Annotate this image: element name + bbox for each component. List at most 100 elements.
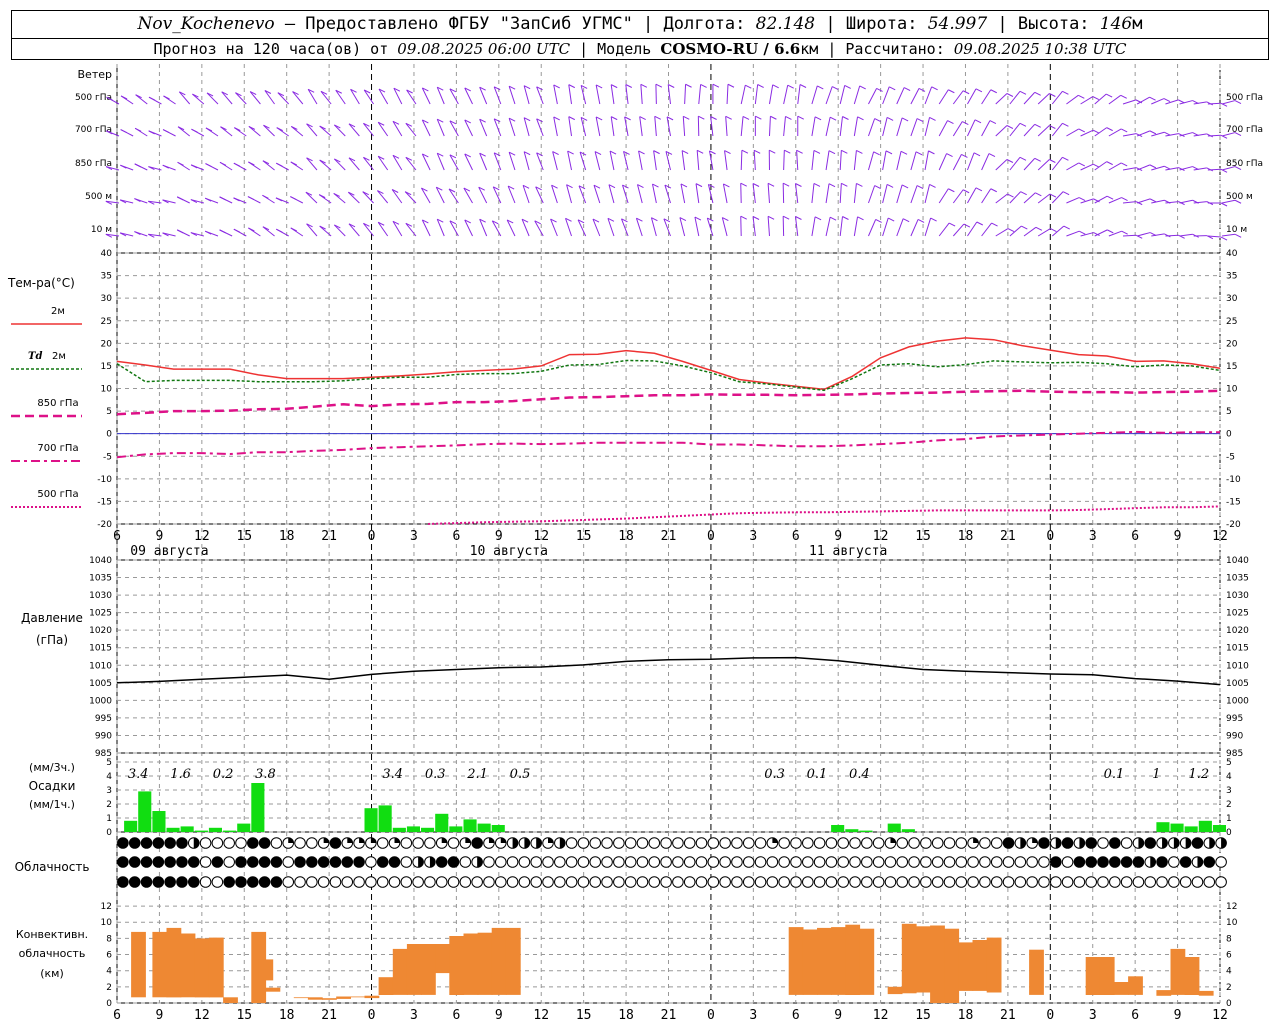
x-tick-label-bottom: 18 bbox=[618, 1008, 634, 1023]
wind-barb-shaft bbox=[1094, 195, 1108, 204]
cloud-circle bbox=[683, 876, 696, 888]
wind-barb-shaft bbox=[952, 121, 963, 137]
wind-barb bbox=[523, 85, 531, 105]
wind-barb-feather bbox=[842, 216, 849, 220]
y-tick-label: 1000 bbox=[89, 696, 112, 706]
cloud-cover-symbol bbox=[624, 856, 637, 868]
wind-barb-shaft bbox=[867, 151, 875, 171]
cloud-circle bbox=[376, 876, 389, 888]
wind-barb-feather bbox=[1149, 198, 1157, 203]
wind-barb-shaft bbox=[249, 91, 261, 105]
cloud-cover-symbol bbox=[306, 856, 318, 868]
wind-barb-feather bbox=[769, 149, 776, 154]
x-tick-label: 18 bbox=[958, 529, 974, 544]
cloud-cover-symbol bbox=[908, 856, 920, 868]
wind-barb-shaft bbox=[811, 116, 816, 137]
cloud-cover-symbol bbox=[1002, 856, 1015, 868]
wind-barb bbox=[652, 183, 659, 204]
wind-barb bbox=[608, 184, 616, 204]
cloud-cover-symbol bbox=[542, 876, 554, 888]
wind-barb-shaft bbox=[995, 159, 1008, 171]
cloud-cover-symbol bbox=[565, 837, 578, 849]
cloud-cover-symbol bbox=[648, 856, 661, 868]
wind-barb-shaft bbox=[568, 116, 573, 137]
cloud-cover-symbol bbox=[931, 876, 944, 888]
wind-barb bbox=[910, 118, 924, 137]
cloud-quarter bbox=[394, 837, 400, 843]
wind-barb-shaft bbox=[1066, 197, 1080, 204]
cloud-circle bbox=[624, 856, 637, 868]
cloud-circle bbox=[943, 856, 956, 868]
convective-bar bbox=[406, 944, 422, 995]
cloud-cover-symbol bbox=[117, 856, 129, 868]
cloud-cover-symbol bbox=[187, 876, 200, 888]
wind-barb-feather bbox=[233, 162, 241, 167]
cloud-cover-symbol bbox=[1215, 876, 1227, 888]
wind-barb-shaft bbox=[768, 116, 771, 137]
cloud-circle bbox=[908, 876, 920, 888]
wind-barb-shaft bbox=[896, 151, 902, 171]
cloud-cover-symbol bbox=[1191, 876, 1204, 888]
wind-barb-feather bbox=[915, 151, 923, 156]
cloud-half bbox=[512, 837, 518, 849]
cloud-cover-symbol bbox=[235, 856, 247, 868]
cloud-circle bbox=[719, 837, 731, 849]
cloud-cover-symbol bbox=[1120, 856, 1133, 868]
cloud-cover-symbol bbox=[931, 837, 944, 849]
wind-barb-feather bbox=[1092, 163, 1100, 168]
precip-bar bbox=[1184, 826, 1198, 832]
cloud-circle bbox=[199, 856, 212, 868]
cloud-circle bbox=[920, 856, 932, 868]
wind-barb bbox=[811, 149, 821, 171]
wind-barb bbox=[247, 196, 261, 204]
wind-barb-feather bbox=[929, 183, 936, 188]
cloud-cover-symbol bbox=[353, 876, 365, 888]
cloud-cover-symbol bbox=[683, 876, 696, 888]
wind-barb bbox=[377, 155, 389, 171]
wind-barb bbox=[607, 217, 615, 237]
cloud-circle bbox=[199, 837, 212, 849]
wind-barb bbox=[664, 184, 672, 204]
wind-barb-shaft bbox=[896, 117, 903, 137]
cloud-circle bbox=[695, 876, 708, 888]
wind-barb bbox=[550, 218, 558, 237]
wind-barb bbox=[867, 151, 880, 171]
wind-barb bbox=[1023, 157, 1041, 171]
cloud-cover-symbol bbox=[530, 856, 543, 868]
wind-barb-feather bbox=[290, 196, 297, 201]
wind-barb-shaft bbox=[767, 183, 770, 204]
cloud-cover-symbol bbox=[861, 876, 873, 888]
cloud-circle bbox=[872, 856, 885, 868]
wind-barb-shaft bbox=[952, 90, 964, 105]
cloud-cover-symbol bbox=[483, 876, 495, 888]
wind-barb bbox=[995, 93, 1014, 105]
cloud-circle bbox=[589, 856, 602, 868]
wind-barb bbox=[592, 218, 601, 237]
wind-barb-shaft bbox=[853, 85, 861, 105]
wind-barb-shaft bbox=[553, 116, 558, 137]
wind-barb bbox=[706, 217, 714, 237]
cloud-circle bbox=[1061, 876, 1074, 888]
cloud-cover-symbol bbox=[790, 837, 802, 849]
cloud-cover-symbol bbox=[258, 876, 271, 888]
cloud-quarter bbox=[500, 837, 507, 843]
x-tick-label-bottom: 3 bbox=[1089, 1008, 1097, 1023]
cloud-cover-symbol bbox=[1168, 856, 1180, 868]
wind-barb-shaft bbox=[981, 188, 992, 204]
wind-barb bbox=[306, 123, 318, 137]
cloud-cover-symbol bbox=[388, 876, 401, 888]
cloud-cover-symbol bbox=[494, 876, 507, 888]
cloud-circle bbox=[719, 856, 731, 868]
wind-barb bbox=[853, 149, 863, 171]
wind-barb-feather bbox=[639, 116, 646, 121]
cloud-circle bbox=[164, 856, 176, 868]
x-tick-label: 6 bbox=[792, 529, 800, 544]
wind-barb-feather bbox=[1062, 90, 1069, 95]
cloud-circle bbox=[813, 876, 826, 888]
wind-barb bbox=[436, 86, 445, 105]
wind-barb bbox=[348, 123, 360, 137]
wind-barb-feather bbox=[724, 150, 731, 155]
cloud-quarter bbox=[973, 837, 979, 843]
cloud-cover-symbol bbox=[223, 837, 235, 849]
cloud-cover-symbol bbox=[554, 856, 566, 868]
